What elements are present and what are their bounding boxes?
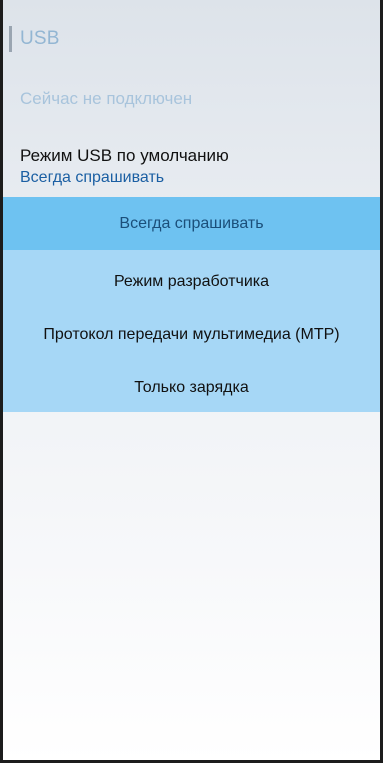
option-charging-only[interactable]: Только зарядка: [3, 361, 380, 414]
page-title: USB: [20, 28, 60, 49]
usb-mode-setting[interactable]: Режим USB по умолчанию Всегда спрашивать: [3, 140, 380, 194]
header: USB: [3, 22, 60, 56]
option-always-ask[interactable]: Всегда спрашивать: [3, 197, 380, 250]
option-developer-mode[interactable]: Режим разработчика: [3, 255, 380, 308]
back-indicator[interactable]: [9, 26, 12, 52]
usb-settings-screen: USB Сейчас не подключен Режим USB по умо…: [0, 0, 383, 763]
usb-mode-value: Всегда спрашивать: [20, 169, 165, 186]
usb-mode-dropdown: Всегда спрашивать Режим разработчика Про…: [3, 197, 380, 412]
usb-mode-label: Режим USB по умолчанию: [20, 146, 229, 165]
connection-status: Сейчас не подключен: [20, 89, 193, 108]
option-mtp[interactable]: Протокол передачи мультимедиа (MTP): [3, 308, 380, 361]
